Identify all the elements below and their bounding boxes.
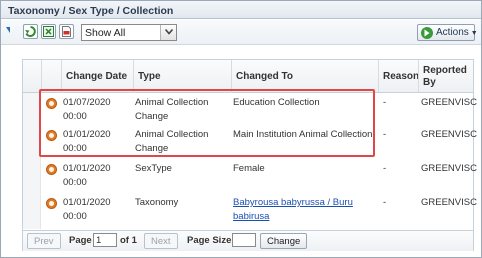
- breadcrumb: Taxonomy / Sex Type / Collection: [1, 1, 481, 19]
- header-icon-col: [41, 60, 61, 93]
- caret-down-icon: ▼: [470, 30, 478, 37]
- cell-change-date: 01/01/2020 00:00: [63, 128, 111, 156]
- history-icon: [46, 164, 57, 175]
- cell-change-date: 01/01/2020 00:00: [63, 162, 111, 190]
- chevron-down-icon[interactable]: [160, 25, 176, 40]
- time-text: 00:00: [63, 143, 87, 154]
- toolbar: Show All Actions ▼: [1, 20, 481, 45]
- history-grid: Change Date Type Changed To Reason Repor…: [22, 59, 477, 251]
- cell-reason: -: [383, 163, 387, 174]
- type-text: SexType: [135, 163, 172, 174]
- go-arrow-icon: [421, 27, 433, 39]
- page-size-input[interactable]: [232, 233, 256, 247]
- cell-reported-by: GREENVISC: [421, 197, 477, 208]
- history-panel: Taxonomy / Sex Type / Collection Show Al…: [0, 0, 482, 258]
- page-label: Page: [69, 235, 92, 246]
- history-icon: [46, 198, 57, 209]
- filter-select[interactable]: Show All: [81, 24, 177, 41]
- table-row[interactable]: 01/07/2020 00:00 Animal Collection Chang…: [23, 93, 477, 125]
- page-number-input[interactable]: 1: [93, 233, 117, 247]
- cell-changed-to: Education Collection: [233, 96, 320, 110]
- cell-reported-by: GREENVISC: [421, 163, 477, 174]
- cell-reason: -: [383, 97, 387, 108]
- history-icon: [46, 130, 57, 141]
- actions-button[interactable]: Actions ▼: [417, 24, 478, 41]
- time-text: 00:00: [63, 211, 87, 222]
- changed-to-text: Female: [233, 163, 265, 174]
- collapse-arrow-icon[interactable]: [6, 27, 10, 33]
- changed-to-text: Education Collection: [233, 97, 320, 108]
- table-row[interactable]: 01/01/2020 00:00 Taxonomy Babyrousa baby…: [23, 193, 477, 225]
- column-header-reason[interactable]: Reason: [378, 60, 419, 93]
- cell-changed-to: Main Institution Animal Collection: [233, 128, 372, 142]
- changed-to-text: Main Institution Animal Collection: [233, 129, 373, 140]
- change-button[interactable]: Change: [260, 233, 308, 249]
- column-header-change-date[interactable]: Change Date: [61, 60, 133, 93]
- filter-select-value: Show All: [85, 27, 126, 39]
- prev-button[interactable]: Prev: [27, 233, 61, 249]
- grid-header: Change Date Type Changed To Reason Repor…: [23, 60, 473, 93]
- header-spacer: [23, 60, 41, 93]
- type-text: Animal Collection: [135, 129, 209, 140]
- cell-change-date: 01/07/2020 00:00: [63, 96, 111, 124]
- next-button[interactable]: Next: [144, 233, 178, 249]
- type-text: Animal Collection: [135, 97, 209, 108]
- history-icon: [46, 98, 57, 109]
- column-header-type[interactable]: Type: [133, 60, 231, 93]
- cell-changed-to: Female: [233, 162, 265, 176]
- column-header-changed-to[interactable]: Changed To: [231, 60, 378, 93]
- actions-label: Actions: [436, 27, 469, 38]
- type-text-line2: Change: [135, 111, 169, 122]
- time-text: 00:00: [63, 177, 87, 188]
- cell-change-date: 01/01/2020 00:00: [63, 196, 111, 224]
- refresh-icon[interactable]: [23, 24, 38, 39]
- type-text: Taxonomy: [135, 197, 179, 208]
- page-count-label: of 1: [120, 235, 137, 246]
- cell-type: Taxonomy: [135, 196, 178, 210]
- date-text: 01/01/2020: [63, 197, 111, 208]
- cell-type: SexType: [135, 162, 172, 176]
- cell-changed-to: Babyrousa babyrussa / Buru babirusa: [233, 196, 353, 224]
- cell-type: Animal Collection Change: [135, 96, 208, 124]
- export-pdf-icon[interactable]: [59, 24, 74, 39]
- table-row[interactable]: 01/01/2020 00:00 Animal Collection Chang…: [23, 125, 477, 157]
- column-header-reported-by[interactable]: Reported By: [418, 60, 473, 93]
- table-row[interactable]: 01/01/2020 00:00 SexType Female - GREENV…: [23, 159, 477, 191]
- cell-reported-by: GREENVISC: [421, 129, 477, 140]
- cell-reported-by: GREENVISC: [421, 97, 477, 108]
- taxonomy-link-line2[interactable]: babirusa: [233, 210, 353, 224]
- export-excel-icon[interactable]: [41, 24, 56, 39]
- date-text: 01/01/2020: [63, 163, 111, 174]
- pagination-bar: Prev Page 1 of 1 Next Page Size Change: [23, 230, 473, 251]
- page-size-label: Page Size: [187, 235, 232, 246]
- cell-type: Animal Collection Change: [135, 128, 208, 156]
- taxonomy-link[interactable]: Babyrousa babyrussa / Buru: [233, 196, 353, 210]
- cell-reason: -: [383, 197, 387, 208]
- cell-reason: -: [383, 129, 387, 140]
- type-text-line2: Change: [135, 143, 169, 154]
- date-text: 01/01/2020: [63, 129, 111, 140]
- time-text: 00:00: [63, 111, 87, 122]
- date-text: 01/07/2020: [63, 97, 111, 108]
